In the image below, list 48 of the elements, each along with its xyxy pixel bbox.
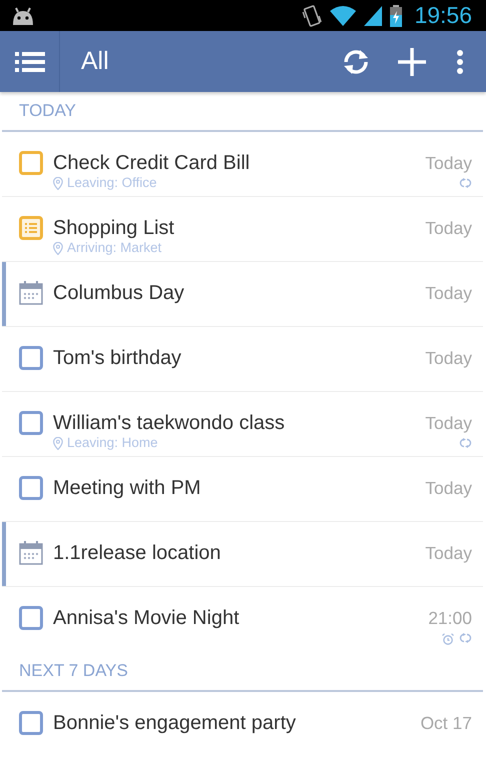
task-title: Check Credit Card Bill — [53, 151, 251, 175]
section-header: NEXT 7 DAYS — [19, 661, 128, 681]
battery-icon — [390, 4, 402, 26]
checkbox[interactable] — [19, 411, 43, 435]
wifi-icon — [330, 6, 356, 26]
checkbox[interactable] — [19, 151, 43, 175]
task-title: Columbus Day — [53, 281, 186, 305]
event-marker — [2, 522, 6, 586]
task-title: Bonnie's engagement party — [53, 711, 297, 735]
checkbox[interactable] — [19, 711, 43, 735]
vibrate-icon — [302, 4, 322, 28]
location-trigger: Leaving: Office — [67, 175, 157, 191]
menu-icon — [14, 50, 44, 72]
checkbox[interactable] — [19, 476, 43, 500]
clock-time: 19:56 — [414, 2, 472, 29]
task-title: Tom's birthday — [53, 346, 182, 370]
section-header: TODAY — [19, 101, 76, 121]
event-marker — [2, 262, 6, 326]
due-date: Oct 17 — [420, 712, 472, 734]
location-trigger: Arriving: Market — [67, 240, 162, 256]
sync-icon — [342, 48, 370, 76]
task-title: Shopping List — [53, 216, 176, 240]
due-date: Today — [425, 347, 472, 369]
calendar-icon — [19, 281, 43, 305]
signal-icon — [364, 6, 382, 26]
location-trigger: Leaving: Home — [67, 435, 158, 451]
location-pin-icon — [53, 176, 63, 190]
plus-icon — [398, 48, 426, 76]
location-pin-icon — [53, 242, 63, 254]
task-title: William's taekwondo class — [53, 411, 286, 435]
task-title: Annisa's Movie Night — [53, 606, 240, 630]
due-date: Today — [425, 217, 472, 239]
checklist-icon[interactable] — [19, 216, 43, 240]
more-icon — [456, 50, 464, 74]
android-icon — [10, 6, 36, 24]
task-title: 1.1release location — [53, 541, 222, 565]
checkbox[interactable] — [19, 606, 43, 630]
calendar-icon — [19, 541, 43, 565]
location-pin-icon — [53, 436, 63, 450]
due-date: Today — [425, 152, 472, 174]
due-date: Today — [425, 542, 472, 564]
due-date: Today — [425, 477, 472, 499]
toolbar-title: All — [81, 47, 110, 76]
due-date: Today — [425, 282, 472, 304]
due-date: Today — [425, 412, 472, 434]
due-date: 21:00 — [428, 607, 472, 629]
task-title: Meeting with PM — [53, 476, 202, 500]
checkbox[interactable] — [19, 346, 43, 370]
